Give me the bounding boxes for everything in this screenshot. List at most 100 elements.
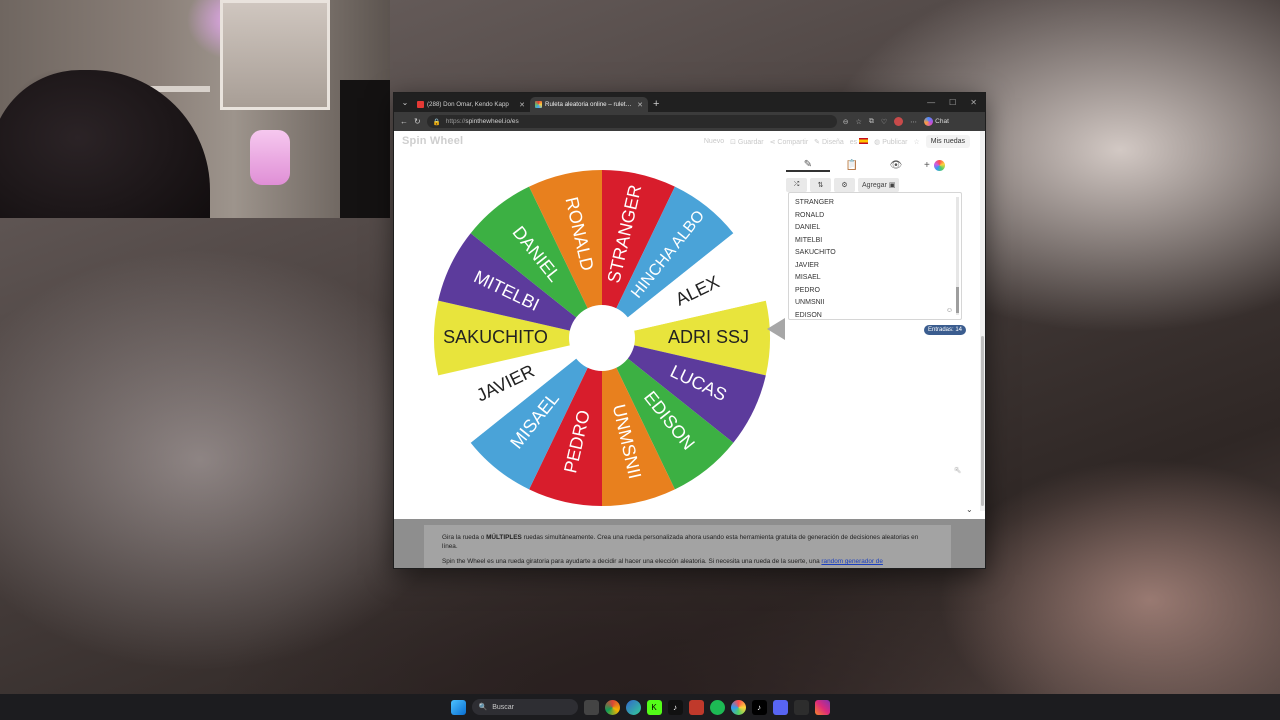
chrome-icon[interactable] bbox=[604, 699, 620, 715]
mis-ruedas-button[interactable]: Mis ruedas bbox=[925, 135, 970, 148]
entry-item[interactable]: JAVIER bbox=[795, 260, 955, 273]
editor-tools: ✎ 📋 👁 + ⤮ ⇅ ⚙ Agregar ▣ bbox=[786, 157, 966, 192]
add-wheel-icon[interactable]: + bbox=[924, 160, 930, 171]
task-view-icon[interactable] bbox=[583, 699, 599, 715]
url-text: spinthewheel.io/es bbox=[465, 118, 519, 125]
chat-label: Chat bbox=[935, 118, 949, 125]
color-palette-icon[interactable] bbox=[933, 159, 945, 171]
page-scroll-thumb[interactable] bbox=[981, 336, 984, 506]
settings-button[interactable]: ⚙ bbox=[834, 178, 855, 192]
site-header: Spin Wheel Nuevo ⊡ Guardar ⋖ Compartir ✎… bbox=[394, 131, 980, 153]
terminal-icon[interactable] bbox=[793, 699, 809, 715]
app-red-icon[interactable] bbox=[688, 699, 704, 715]
tab-spinwheel[interactable]: Ruleta aleatoria online – ruleta de ✕ bbox=[530, 97, 648, 112]
entry-item[interactable]: SAKUCHITO bbox=[795, 247, 955, 260]
taskbar-search[interactable]: 🔍 Buscar bbox=[471, 699, 578, 715]
save-icon: ⊡ bbox=[730, 138, 738, 146]
page-scrollbar[interactable] bbox=[980, 131, 985, 511]
entry-item[interactable]: PEDRO bbox=[795, 285, 955, 298]
gear-icon: ⚙ bbox=[841, 182, 848, 189]
entry-item[interactable]: EDISON bbox=[795, 310, 955, 320]
nav-compartir[interactable]: ⋖ Compartir bbox=[770, 138, 809, 146]
spinwheel-favicon-icon bbox=[535, 101, 542, 108]
webcam-monitor bbox=[340, 80, 390, 218]
minimize-icon[interactable]: — bbox=[927, 98, 935, 107]
tab-actions-icon[interactable]: ⌄ bbox=[398, 98, 412, 107]
wheel-graphic[interactable]: ADRI SSJLUCASEDISONUNMSNIIPEDROMISAELJAV… bbox=[427, 163, 777, 513]
random-generator-link[interactable]: random generador de bbox=[821, 558, 882, 565]
sort-icon: ⇅ bbox=[817, 182, 824, 189]
description-paragraph: Spin the Wheel es una rueda giratoria pa… bbox=[442, 557, 933, 566]
nav-guardar-label: Guardar bbox=[737, 138, 764, 146]
globe-icon: ◍ bbox=[874, 138, 883, 146]
nav-nuevo[interactable]: Nuevo bbox=[704, 138, 724, 145]
tab-title: Ruleta aleatoria online – ruleta de bbox=[545, 101, 635, 108]
entry-item[interactable]: MISAEL bbox=[795, 272, 955, 285]
wheel-pointer bbox=[767, 318, 785, 340]
sort-button[interactable]: ⇅ bbox=[810, 178, 831, 192]
tiktok-icon[interactable]: ♪ bbox=[667, 699, 683, 715]
close-icon[interactable]: ✕ bbox=[519, 101, 525, 109]
entries-textarea[interactable]: STRANGER RONALD DANIEL MITELBI SAKUCHITO… bbox=[788, 192, 962, 320]
emoji-icon[interactable]: ☺ bbox=[946, 307, 953, 314]
chevron-down-icon[interactable]: ⌄ bbox=[966, 505, 973, 514]
speaker-icon bbox=[417, 101, 424, 108]
zoom-icon[interactable]: ⊖ bbox=[843, 118, 849, 126]
tiktok-studio-icon[interactable]: ♪ bbox=[751, 699, 767, 715]
maximize-icon[interactable]: ☐ bbox=[949, 98, 956, 107]
browser-window: ⌄ (288) Don Omar, Kendo Kapp ✕ Ruleta al… bbox=[393, 92, 986, 569]
extensions-icon[interactable]: ⧉ bbox=[869, 118, 874, 126]
entries-scrollbar[interactable] bbox=[956, 197, 959, 315]
nav-disenar[interactable]: ✎ Diseña bbox=[814, 138, 844, 146]
favorite-icon[interactable]: ☆ bbox=[856, 118, 862, 126]
shuffle-button[interactable]: ⤮ bbox=[786, 178, 807, 192]
wheel-center-hub[interactable] bbox=[569, 305, 635, 371]
kick-icon[interactable]: K bbox=[646, 699, 662, 715]
toolbar-icons: ⊖ ☆ ⧉ ♡ ⋯ Chat bbox=[843, 117, 949, 126]
windows-start-icon[interactable] bbox=[450, 699, 466, 715]
entries-count-badge: Entradas: 14 bbox=[924, 325, 967, 335]
spotify-icon[interactable] bbox=[709, 699, 725, 715]
more-icon[interactable]: ⋯ bbox=[910, 118, 917, 126]
profile-avatar[interactable] bbox=[894, 117, 904, 126]
description-section: Gira la rueda o MÚLTIPLES ruedas simultá… bbox=[394, 519, 985, 568]
site-nav: Nuevo ⊡ Guardar ⋖ Compartir ✎ Diseña es … bbox=[704, 135, 970, 148]
add-image-button[interactable]: Agregar ▣ bbox=[858, 178, 900, 192]
spain-flag-icon bbox=[859, 137, 869, 144]
close-icon[interactable]: ✕ bbox=[637, 101, 643, 109]
entries-scroll-thumb[interactable] bbox=[956, 287, 959, 313]
nav-idioma[interactable]: es bbox=[849, 137, 869, 146]
entry-item[interactable]: STRANGER bbox=[795, 197, 955, 210]
url-field[interactable]: 🔒 https://spinthewheel.io/es bbox=[426, 115, 837, 128]
webcam-person bbox=[0, 70, 210, 218]
new-tab-icon[interactable]: + bbox=[653, 98, 659, 110]
edge-icon[interactable] bbox=[625, 699, 641, 715]
entry-item[interactable]: UNMSNII bbox=[795, 297, 955, 310]
discord-icon[interactable] bbox=[772, 699, 788, 715]
chat-button[interactable]: Chat bbox=[924, 117, 949, 126]
instagram-icon[interactable] bbox=[814, 699, 830, 715]
close-window-icon[interactable]: ✕ bbox=[970, 98, 977, 107]
entry-item[interactable]: MITELBI bbox=[795, 235, 955, 248]
taskbar: 🔍 Buscar K ♪ ♪ bbox=[0, 694, 1280, 720]
back-icon[interactable]: ← bbox=[400, 117, 408, 126]
collections-icon[interactable]: ♡ bbox=[881, 118, 887, 126]
nav-publicar[interactable]: ◍ Publicar bbox=[874, 138, 907, 146]
entry-item[interactable]: RONALD bbox=[795, 210, 955, 223]
entry-item[interactable]: DANIEL bbox=[795, 222, 955, 235]
tab-edit-icon[interactable]: ✎ bbox=[786, 159, 830, 172]
url-scheme: https:// bbox=[445, 118, 466, 125]
color-app-icon[interactable] bbox=[730, 699, 746, 715]
tab-results-icon[interactable]: 📋 bbox=[830, 160, 874, 171]
wheel[interactable]: ADRI SSJ LUCAS EDISON UNMSNII PEDRO MISAEL JAV… bbox=[427, 163, 785, 513]
refresh-icon[interactable]: ↻ bbox=[414, 117, 421, 126]
tab-youtube[interactable]: (288) Don Omar, Kendo Kapp ✕ bbox=[412, 97, 530, 112]
webcam-overlay bbox=[0, 0, 390, 218]
entry-actions: ⤮ ⇅ ⚙ Agregar ▣ bbox=[786, 178, 966, 192]
nav-guardar[interactable]: ⊡ Guardar bbox=[730, 138, 764, 146]
webcam-window bbox=[220, 0, 330, 110]
tab-hide-icon[interactable]: 👁 bbox=[874, 160, 918, 171]
nav-idioma-label: es bbox=[849, 138, 858, 146]
star-icon[interactable]: ☆ bbox=[913, 138, 919, 146]
site-logo[interactable]: Spin Wheel bbox=[402, 135, 463, 147]
